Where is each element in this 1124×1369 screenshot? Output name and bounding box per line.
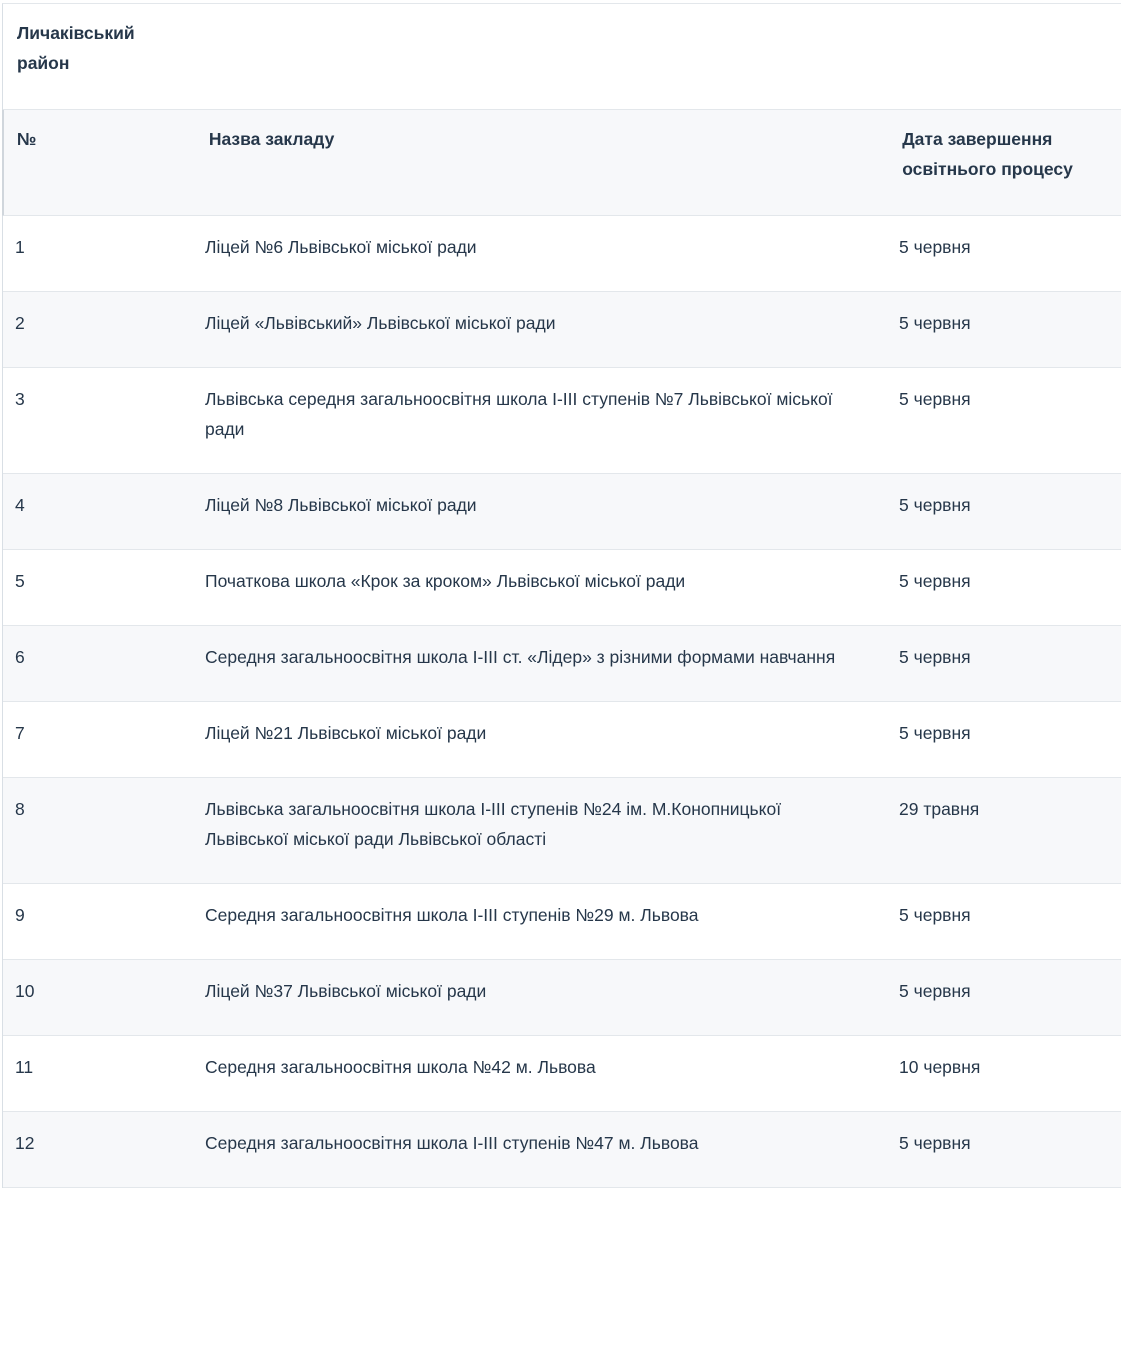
- table-row: 6 Середня загальноосвітня школа І-ІІІ ст…: [3, 626, 1121, 702]
- header-school-name: Назва закладу: [208, 129, 335, 149]
- end-date: 5 червня: [899, 1133, 971, 1153]
- row-number: 7: [15, 723, 25, 743]
- end-date: 5 червня: [899, 313, 971, 333]
- table-row: 5 Початкова школа «Крок за кроком» Львів…: [3, 550, 1121, 626]
- row-number: 12: [15, 1133, 35, 1153]
- table-header-row: № Назва закладу Дата завершення освітньо…: [2, 110, 1121, 216]
- school-name: Середня загальноосвітня школа І-ІІІ ступ…: [205, 1133, 699, 1153]
- end-date: 5 червня: [899, 389, 971, 409]
- table-row: 9 Середня загальноосвітня школа І-ІІІ ст…: [3, 884, 1121, 960]
- header-number: №: [17, 129, 37, 149]
- school-name: Ліцей «Львівський» Львівської міської ра…: [205, 313, 556, 333]
- school-name: Ліцей №8 Львівської міської ради: [205, 495, 477, 515]
- end-date: 5 червня: [899, 495, 971, 515]
- row-number: 11: [15, 1057, 34, 1077]
- school-name: Початкова школа «Крок за кроком» Львівсь…: [205, 571, 686, 591]
- row-number: 1: [15, 237, 25, 257]
- school-name: Ліцей №37 Львівської міської ради: [205, 981, 487, 1001]
- row-number: 4: [15, 495, 25, 515]
- school-name: Ліцей №6 Львівської міської ради: [205, 237, 477, 257]
- district-row: Личаківський район: [3, 4, 1121, 110]
- row-number: 2: [15, 313, 25, 333]
- table-row: 1 Ліцей №6 Львівської міської ради 5 чер…: [3, 216, 1121, 292]
- row-number: 8: [15, 799, 25, 819]
- table-row: 11 Середня загальноосвітня школа №42 м. …: [3, 1036, 1121, 1112]
- end-date: 5 червня: [899, 905, 971, 925]
- end-date: 29 травня: [899, 799, 980, 819]
- school-name: Львівська середня загальноосвітня школа …: [205, 389, 833, 439]
- table-row: 3 Львівська середня загальноосвітня школ…: [3, 368, 1121, 474]
- table-row: 2 Ліцей «Львівський» Львівської міської …: [3, 292, 1121, 368]
- school-name: Середня загальноосвітня школа №42 м. Льв…: [205, 1057, 596, 1077]
- end-date: 10 червня: [899, 1057, 981, 1077]
- table-row: 7 Ліцей №21 Львівської міської ради 5 че…: [3, 702, 1121, 778]
- school-name: Середня загальноосвітня школа І-ІІІ ст. …: [205, 647, 836, 667]
- school-name: Львівська загальноосвітня школа І-ІІІ ст…: [205, 799, 782, 849]
- header-end-date: Дата завершення освітнього процесу: [902, 129, 1073, 179]
- table-row: 8 Львівська загальноосвітня школа І-ІІІ …: [3, 778, 1121, 884]
- end-date: 5 червня: [899, 647, 971, 667]
- end-date: 5 червня: [899, 981, 971, 1001]
- row-number: 10: [15, 981, 35, 1001]
- end-date: 5 червня: [899, 571, 971, 591]
- table-row: 10 Ліцей №37 Львівської міської ради 5 ч…: [3, 960, 1121, 1036]
- end-date: 5 червня: [899, 723, 971, 743]
- table-row: 4 Ліцей №8 Львівської міської ради 5 чер…: [3, 474, 1121, 550]
- row-number: 3: [15, 389, 25, 409]
- row-number: 6: [15, 647, 25, 667]
- school-name: Ліцей №21 Львівської міської ради: [205, 723, 487, 743]
- schools-table: Личаківський район № Назва закладу Дата …: [2, 3, 1121, 1188]
- table-row: 12 Середня загальноосвітня школа І-ІІІ с…: [3, 1112, 1121, 1188]
- district-label: Личаківський район: [17, 23, 135, 73]
- row-number: 9: [15, 905, 25, 925]
- end-date: 5 червня: [899, 237, 971, 257]
- row-number: 5: [15, 571, 25, 591]
- school-name: Середня загальноосвітня школа І-ІІІ ступ…: [205, 905, 699, 925]
